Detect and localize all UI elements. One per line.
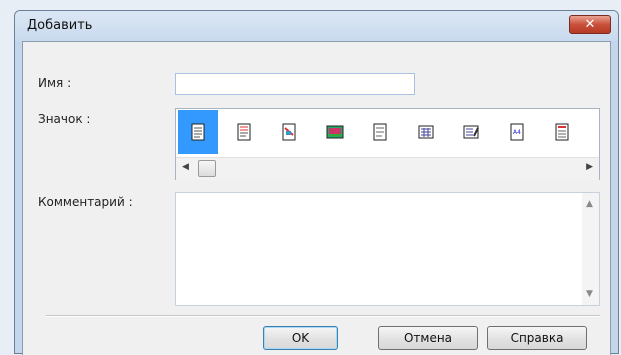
icon-option[interactable] <box>542 110 582 154</box>
icon-option[interactable]: A4 <box>497 110 537 154</box>
document-image-icon <box>282 123 296 141</box>
dialog-window: Добавить ✕ Имя : Значок : A4 ◀ ▶ Коммент… <box>14 10 619 355</box>
icon-option[interactable] <box>178 110 218 154</box>
icon-list: A4 <box>176 109 599 155</box>
comment-textarea[interactable]: ▲ ▼ <box>175 192 600 306</box>
document-plain-icon <box>373 123 387 141</box>
divider <box>46 315 600 317</box>
comment-label: Комментарий : <box>38 195 133 209</box>
icon-option[interactable] <box>406 110 446 154</box>
horizontal-scrollbar[interactable]: ◀ ▶ <box>176 157 599 180</box>
photo-icon <box>326 125 343 139</box>
dialog-title: Добавить <box>27 18 93 33</box>
help-button[interactable]: Справка <box>487 326 587 350</box>
icon-option[interactable] <box>315 110 355 154</box>
document-pen-icon <box>463 125 479 139</box>
scrollbar-thumb[interactable] <box>198 160 216 177</box>
cancel-button[interactable]: Отмена <box>378 326 478 350</box>
ok-button[interactable]: OK <box>263 326 338 350</box>
vertical-scrollbar[interactable]: ▲ ▼ <box>582 193 599 305</box>
scroll-down-arrow-icon[interactable]: ▼ <box>586 289 593 299</box>
name-label: Имя : <box>38 76 72 90</box>
scroll-right-arrow-icon[interactable]: ▶ <box>586 162 593 172</box>
icon-option[interactable] <box>269 110 309 154</box>
scroll-up-arrow-icon[interactable]: ▲ <box>586 199 593 209</box>
document-lines-icon <box>191 123 205 141</box>
document-a4-icon: A4 <box>510 123 523 141</box>
scroll-left-arrow-icon[interactable]: ◀ <box>182 162 189 172</box>
icon-option[interactable] <box>224 110 264 154</box>
document-red-grid-icon <box>555 123 569 141</box>
icon-picker[interactable]: A4 ◀ ▶ <box>175 108 600 180</box>
close-icon: ✕ <box>584 17 596 32</box>
svg-text:A4: A4 <box>513 129 521 136</box>
name-input[interactable] <box>175 73 415 95</box>
document-grid-icon <box>418 125 433 139</box>
icon-option[interactable] <box>451 110 491 154</box>
icon-label: Значок : <box>38 112 91 126</box>
document-red-lines-icon <box>237 123 250 141</box>
close-button[interactable]: ✕ <box>569 15 611 34</box>
dialog-client-area: Имя : Значок : A4 ◀ ▶ Комментарий : ▲ ▼ … <box>22 41 611 355</box>
icon-option[interactable] <box>360 110 400 154</box>
title-bar[interactable]: Добавить ✕ <box>15 11 618 41</box>
